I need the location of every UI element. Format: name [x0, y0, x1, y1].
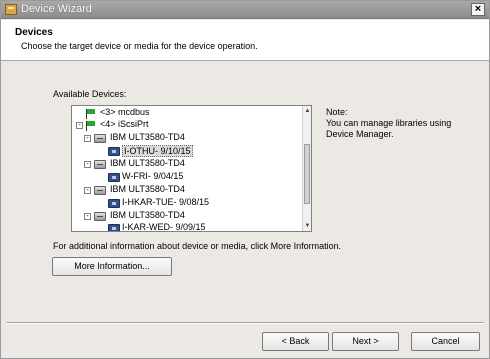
device-wizard-window: Device Wizard × Devices Choose the targe… — [0, 0, 490, 359]
more-info-text: For additional information about device … — [53, 241, 342, 251]
page-title: Devices — [15, 27, 53, 38]
tree-item-label: IBM ULT3580-TD4 — [110, 210, 185, 220]
drive-icon — [94, 212, 106, 221]
tape-icon — [108, 147, 120, 156]
collapse-icon[interactable]: - — [84, 161, 91, 168]
tree-item-label: I-KAR-WED- 9/09/15 — [122, 222, 206, 232]
back-button[interactable]: < Back — [262, 332, 329, 351]
tree-scrollbar[interactable]: ▲ ▼ — [302, 106, 311, 231]
more-information-button[interactable]: More Information... — [52, 257, 172, 276]
tape-icon — [108, 173, 120, 182]
drive-icon — [94, 134, 106, 143]
note-panel: Note: You can manage libraries using Dev… — [326, 107, 466, 140]
wizard-icon — [5, 4, 17, 15]
close-button[interactable]: × — [471, 3, 485, 16]
tape-icon — [108, 199, 120, 208]
tree-item-label: <4> iScsiPrt — [100, 119, 149, 129]
title-bar: Device Wizard × — [1, 1, 489, 19]
collapse-icon[interactable]: - — [76, 122, 83, 129]
tree-item-label: <3> mcdbus — [100, 107, 150, 117]
collapse-icon[interactable]: - — [84, 213, 91, 220]
drive-icon — [94, 186, 106, 195]
page-subtitle: Choose the target device or media for th… — [21, 41, 258, 51]
next-button[interactable]: Next > — [332, 332, 399, 351]
tree-item-label: I-HKAR-TUE- 9/08/15 — [122, 197, 210, 207]
device-tree[interactable]: <3> mcdbus - <4> iScsiPrt - IBM ULT3580-… — [71, 105, 312, 232]
cancel-button[interactable]: Cancel — [411, 332, 480, 351]
drive-icon — [94, 160, 106, 169]
footer-separator — [6, 322, 484, 324]
wizard-header: Devices Choose the target device or medi… — [1, 20, 489, 61]
flag-icon — [86, 109, 96, 119]
tree-item-label: W-FRI- 9/04/15 — [122, 171, 184, 181]
tape-icon — [108, 224, 120, 231]
collapse-icon[interactable]: - — [84, 135, 91, 142]
tree-item-label: IBM ULT3580-TD4 — [110, 184, 185, 194]
note-title: Note: — [326, 107, 348, 117]
scroll-down-icon[interactable]: ▼ — [303, 221, 312, 231]
tree-item-label: IBM ULT3580-TD4 — [110, 158, 185, 168]
flag-icon — [86, 121, 96, 131]
window-title: Device Wizard — [21, 3, 92, 15]
available-devices-label: Available Devices: — [53, 89, 127, 99]
tree-item-label: IBM ULT3580-TD4 — [110, 132, 185, 142]
collapse-icon[interactable]: - — [84, 187, 91, 194]
note-text: You can manage libraries using Device Ma… — [326, 118, 452, 139]
scroll-up-icon[interactable]: ▲ — [303, 106, 312, 116]
scroll-thumb[interactable] — [304, 144, 310, 204]
tree-item-label: I-OTHU- 9/10/15 — [122, 145, 193, 157]
